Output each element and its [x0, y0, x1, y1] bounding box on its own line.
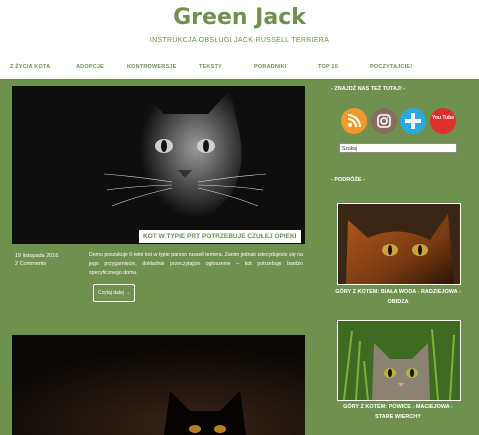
site-title[interactable]: Green Jack	[0, 5, 479, 30]
read-more-button[interactable]: Czytaj dalej →	[93, 284, 136, 302]
plus-icon[interactable]	[400, 108, 426, 134]
sidebar-heading-find-us: - ZNAJDŹ NAS TEŻ TUTAJ! -	[331, 86, 406, 92]
travel-caption-2[interactable]: GÓRY Z KOTEM: POWICE - MACIEJOWA - STARE…	[335, 402, 461, 422]
nav-item-adopcje[interactable]: ADOPCJE	[76, 64, 104, 70]
post-date: 19 listopada 2016	[15, 253, 59, 259]
travel-caption-1[interactable]: GÓRY Z KOTEM: BIAŁA WODA - RADZIEJOWA - …	[335, 287, 461, 307]
rss-icon[interactable]	[341, 108, 367, 134]
cat-photo-black	[12, 335, 305, 435]
nav-item-top-10[interactable]: TOP 10	[318, 64, 338, 70]
ginger-cat-photo	[338, 204, 460, 284]
youtube-logo-text: You Tube	[431, 115, 455, 121]
travel-thumb-1[interactable]	[337, 203, 461, 285]
nav-item-poradniki[interactable]: PORADNIKI	[254, 64, 287, 70]
post-title[interactable]: KOT W TYPIE PRT POTRZEBUJE CZUŁEJ OPIEKI	[139, 230, 301, 243]
site-tagline: INSTRUKCJA OBSŁUGI JACK RUSSELL TERRIERA	[149, 37, 330, 44]
site-header: Green Jack INSTRUKCJA OBSŁUGI JACK RUSSE…	[0, 0, 479, 79]
sidebar-heading-travels: - PODRÓŻE -	[331, 177, 365, 183]
nav-item-poczytajcie[interactable]: POCZYTAJCIE!	[370, 64, 412, 70]
main-nav: Z ŻYCIA KOTA ADOPCJE KONTROWERSJE TEKSTY…	[0, 64, 479, 76]
post-meta: 19 listopada 2016 2 Comments	[15, 252, 58, 268]
cat-photo-grey	[12, 86, 305, 244]
post-featured-image[interactable]	[12, 86, 305, 244]
travel-thumb-2[interactable]	[337, 320, 461, 401]
nav-item-teksty[interactable]: TEKSTY	[199, 64, 222, 70]
youtube-icon[interactable]: You Tube	[430, 108, 456, 134]
instagram-icon[interactable]	[371, 108, 397, 134]
tabby-cat-photo	[338, 321, 460, 400]
nav-item-z-zycia-kota[interactable]: Z ŻYCIA KOTA	[10, 64, 50, 70]
post-comments-link[interactable]: 2 Comments	[15, 260, 58, 268]
search-input[interactable]: Szukaj	[339, 143, 457, 153]
post-featured-image-2[interactable]	[12, 335, 305, 435]
nav-item-kontrowersje[interactable]: KONTROWERSJE	[127, 64, 176, 70]
post-excerpt: Domu poszukuje 6-letni kot w typie parso…	[89, 252, 303, 276]
